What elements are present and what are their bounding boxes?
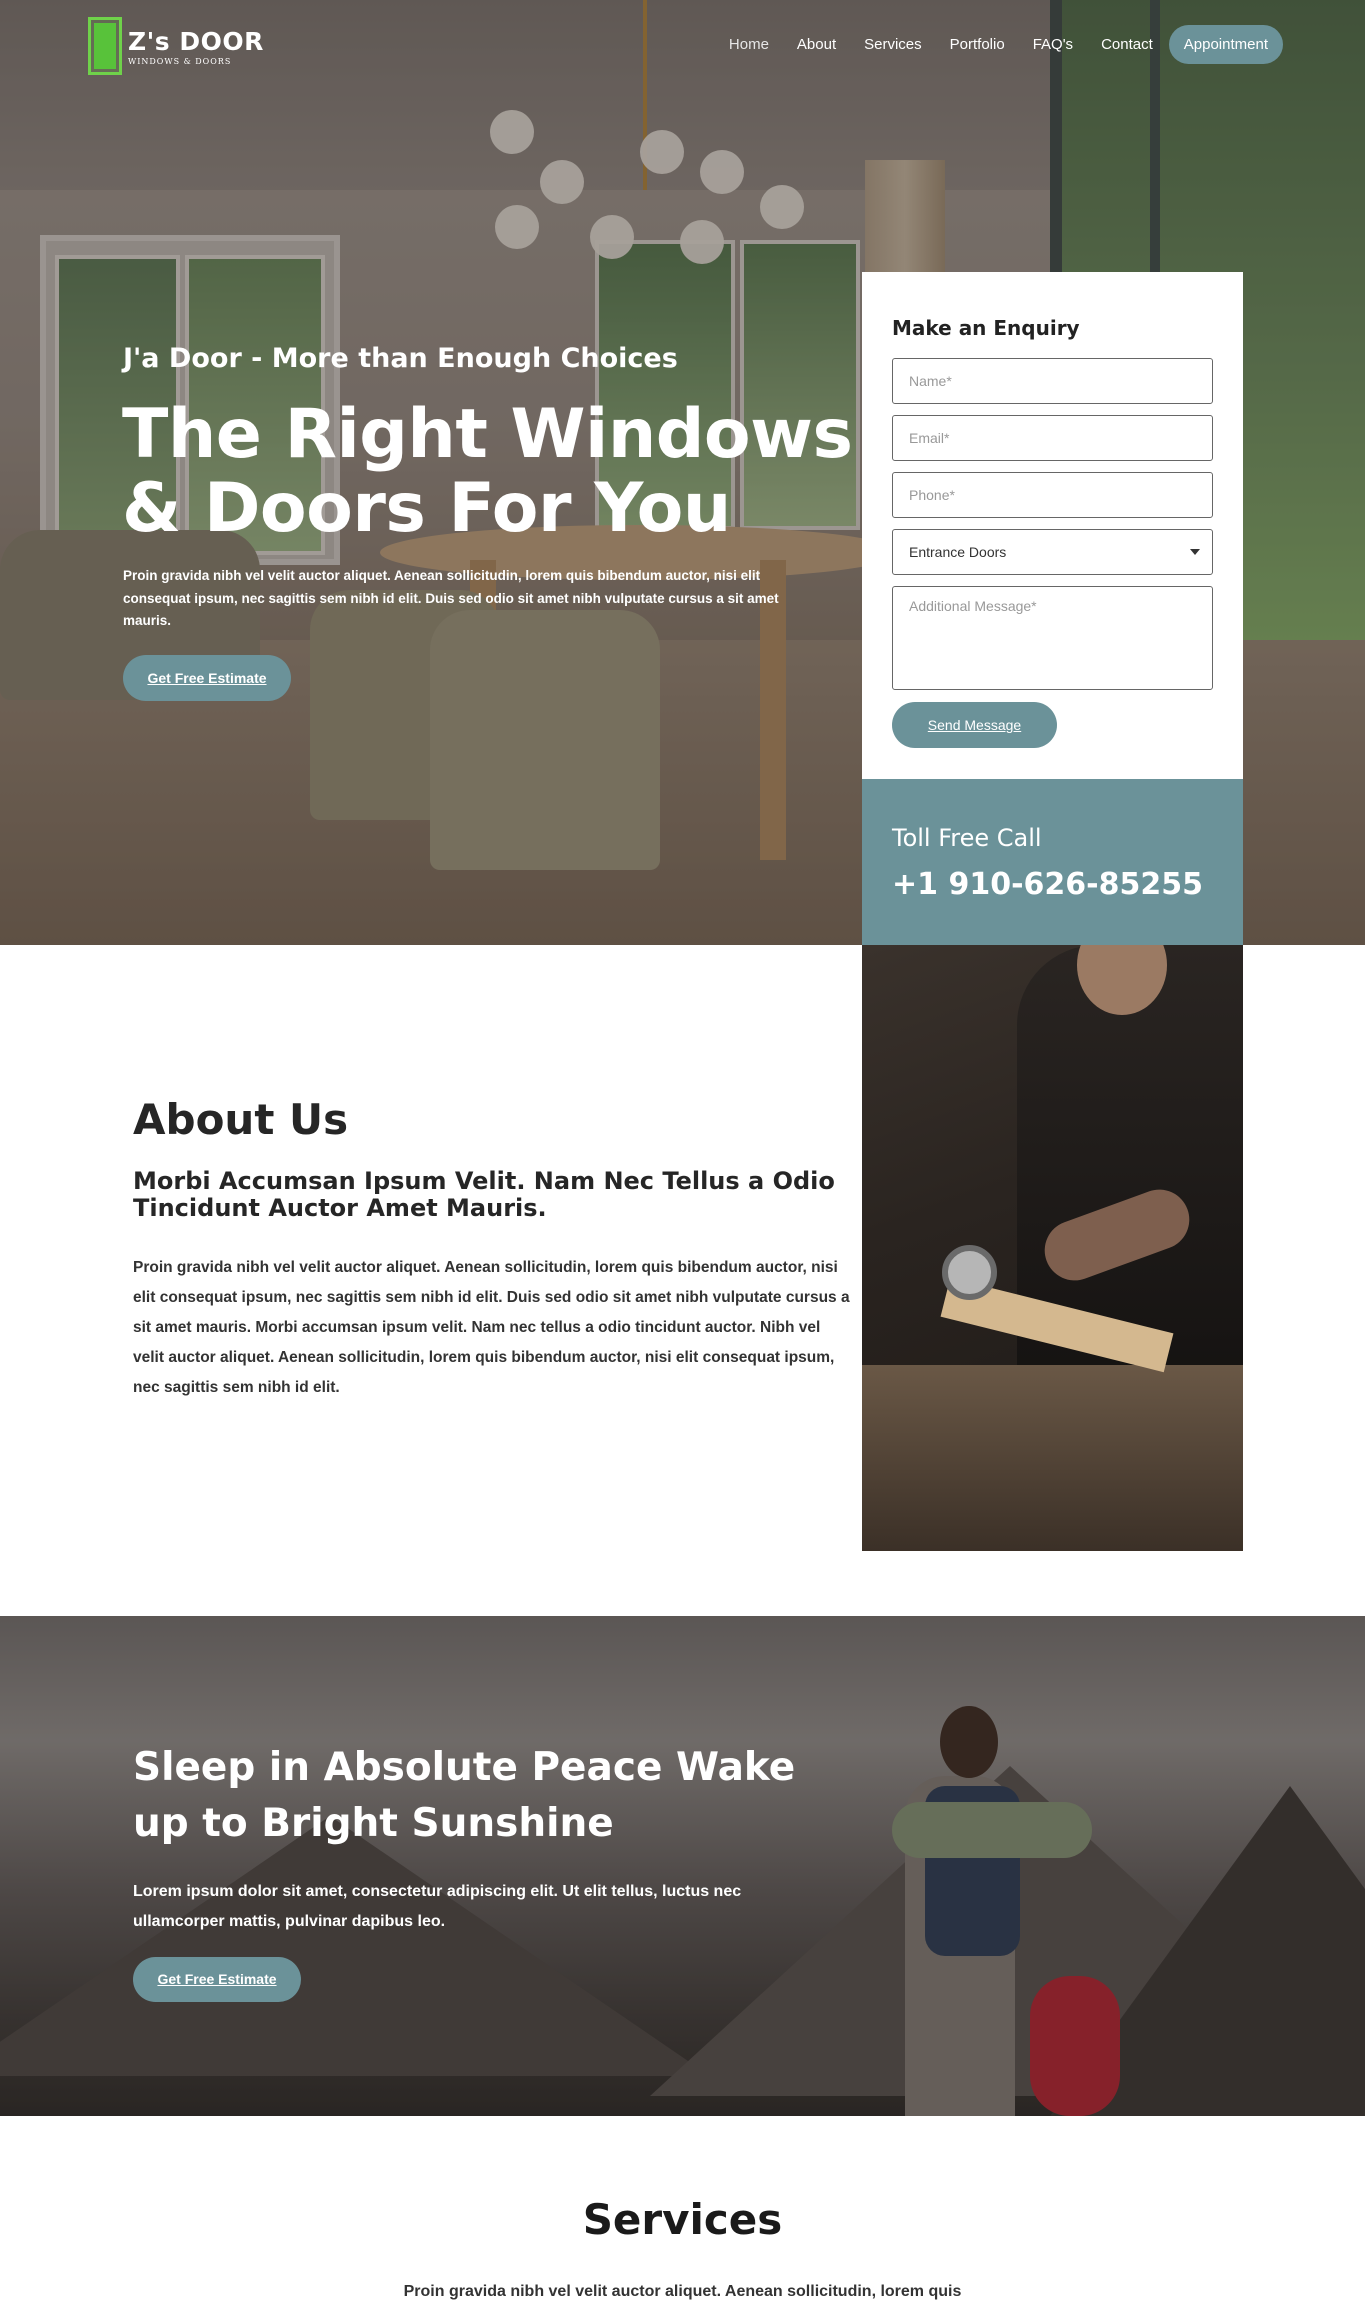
chevron-down-icon [1190, 549, 1200, 555]
toll-free-label: Toll Free Call [892, 824, 1042, 852]
nav-contact[interactable]: Contact [1087, 26, 1167, 63]
nav-about[interactable]: About [783, 26, 850, 63]
enquiry-title: Make an Enquiry [892, 316, 1080, 340]
toll-free-box: Toll Free Call +1 910-626-85255 [862, 779, 1243, 945]
banner-estimate-button[interactable]: Get Free Estimate [133, 1957, 301, 2002]
appointment-button[interactable]: Appointment [1168, 25, 1283, 64]
logo-text: Z's DOOR WINDOWS & DOORS [128, 27, 264, 66]
services-text: Proin gravida nibh vel velit auctor aliq… [403, 2283, 962, 2300]
logo-tagline: WINDOWS & DOORS [128, 56, 232, 66]
product-select[interactable]: Entrance Doors [892, 529, 1213, 575]
phone-field[interactable]: Phone* [892, 472, 1213, 518]
nav-portfolio[interactable]: Portfolio [936, 26, 1019, 63]
about-text: Proin gravida nibh vel velit auctor aliq… [133, 1259, 850, 1396]
get-free-estimate-button[interactable]: Get Free Estimate [123, 655, 291, 701]
banner-title: Sleep in Absolute Peace Wake up to Brigh… [133, 1745, 796, 1846]
nav-home[interactable]: Home [715, 26, 783, 63]
name-field[interactable]: Name* [892, 358, 1213, 404]
email-field[interactable]: Email* [892, 415, 1213, 461]
about-image-bench [862, 1365, 1243, 1551]
message-field[interactable]: Additional Message* [892, 586, 1213, 690]
about-subtitle: Morbi Accumsan Ipsum Velit. Nam Nec Tell… [133, 1167, 835, 1222]
hero-description: Proin gravida nibh vel velit auctor aliq… [123, 568, 779, 628]
product-select-value: Entrance Doors [909, 544, 1007, 560]
services-title: Services [582, 2195, 783, 2244]
logo-title: Z's DOOR [128, 26, 264, 56]
nav-faqs[interactable]: FAQ's [1019, 26, 1087, 63]
send-message-button[interactable]: Send Message [892, 702, 1057, 748]
hero-tagline: J'a Door - More than Enough Choices [123, 343, 678, 374]
about-image [862, 945, 1243, 1551]
hero-title: The Right Windows & Doors For You [122, 395, 853, 548]
toll-free-number[interactable]: +1 910-626-85255 [892, 867, 1213, 902]
about-image-grinder [942, 1245, 997, 1300]
banner-text: Lorem ipsum dolor sit amet, consectetur … [133, 1883, 742, 1930]
banner-section [0, 1616, 1365, 2116]
door-icon [88, 17, 122, 75]
site-logo[interactable]: Z's DOOR WINDOWS & DOORS [88, 17, 264, 75]
about-title: About Us [133, 1095, 349, 1144]
main-nav: Home About Services Portfolio FAQ's Cont… [715, 25, 1283, 64]
nav-services[interactable]: Services [850, 26, 936, 63]
banner-overlay [0, 1616, 1365, 2116]
enquiry-form: Make an Enquiry Name* Email* Phone* Entr… [862, 272, 1243, 779]
